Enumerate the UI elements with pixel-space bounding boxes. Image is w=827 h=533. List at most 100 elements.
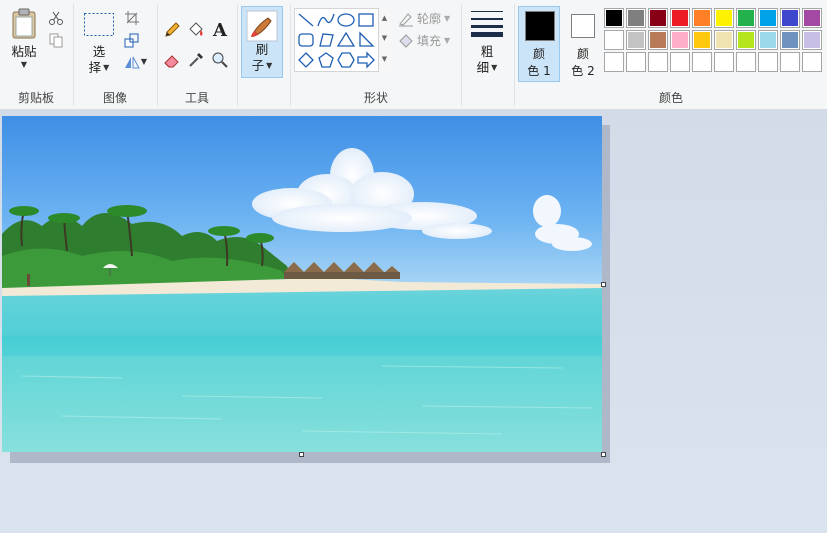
- fill-button[interactable]: [186, 20, 206, 40]
- outline-button[interactable]: 轮廓 ▼: [398, 10, 450, 27]
- crop-button[interactable]: [122, 8, 142, 28]
- palette-color-swatch[interactable]: [714, 8, 734, 28]
- fill-option-button[interactable]: 填充 ▼: [398, 32, 450, 49]
- pentagon-icon: [318, 52, 334, 68]
- fill-icon: [399, 33, 413, 48]
- resize-handle-bottom[interactable]: [299, 452, 304, 457]
- right-arrow-shape[interactable]: [356, 50, 376, 70]
- palette-color-swatch[interactable]: [736, 52, 756, 72]
- cut-button[interactable]: [46, 8, 66, 28]
- rotate-button[interactable]: ▼: [122, 52, 148, 72]
- polygon-shape[interactable]: [316, 30, 336, 50]
- polygon-icon: [319, 33, 334, 47]
- palette-color-swatch[interactable]: [648, 52, 668, 72]
- right-triangle-shape[interactable]: [356, 30, 376, 50]
- beach-photo: [2, 116, 602, 452]
- line-shape[interactable]: [296, 10, 316, 30]
- divider: [237, 4, 238, 106]
- color-1-button[interactable]: 颜 色 1: [518, 6, 560, 82]
- canvas-workspace[interactable]: [0, 111, 827, 533]
- resize-handle-right[interactable]: [601, 282, 606, 287]
- palette-color-swatch[interactable]: [626, 8, 646, 28]
- color-picker-button[interactable]: [186, 50, 206, 70]
- triangle-shape[interactable]: [336, 30, 356, 50]
- color-2-label-1: 颜: [576, 47, 589, 61]
- tools-group: A 工具: [158, 0, 236, 110]
- color-2-button[interactable]: 颜 色 2: [562, 6, 604, 82]
- expand-gallery-icon[interactable]: ▼: [379, 48, 390, 70]
- rounded-rectangle-shape[interactable]: [296, 30, 316, 50]
- palette-color-swatch[interactable]: [692, 8, 712, 28]
- palette-color-swatch[interactable]: [736, 30, 756, 50]
- clipboard-group: 粘贴 ▼ 剪贴板: [0, 0, 72, 110]
- palette-color-swatch[interactable]: [802, 30, 822, 50]
- shapes-gallery: [294, 8, 390, 72]
- brushes-label-2: 子: [251, 58, 265, 73]
- palette-color-swatch[interactable]: [692, 30, 712, 50]
- palette-color-swatch[interactable]: [648, 8, 668, 28]
- chevron-down-icon: ▼: [491, 63, 498, 72]
- triangle-icon: [337, 31, 355, 47]
- palette-color-swatch[interactable]: [692, 52, 712, 72]
- ribbon: 粘贴 ▼ 剪贴板 选 择 ▼ ▼ 图像 A 工具 刷 子 ▼ 形状 ▲ ▼ ▼ …: [0, 0, 827, 110]
- drawing-canvas[interactable]: [2, 116, 602, 452]
- palette-color-swatch[interactable]: [604, 30, 624, 50]
- palette-color-swatch[interactable]: [670, 30, 690, 50]
- resize-handle-corner[interactable]: [601, 452, 606, 457]
- color-2-label-2: 色 2: [571, 64, 595, 78]
- palette-color-swatch[interactable]: [604, 52, 624, 72]
- palette-color-swatch[interactable]: [780, 30, 800, 50]
- rotate-icon: [124, 56, 140, 69]
- palette-color-swatch[interactable]: [626, 30, 646, 50]
- shapes-group-label: 形状: [363, 91, 388, 105]
- color-1-label-2: 色 1: [527, 64, 551, 78]
- palette-color-swatch[interactable]: [648, 30, 668, 50]
- size-button[interactable]: 粗 细 ▼: [466, 8, 508, 76]
- palette-color-swatch[interactable]: [780, 52, 800, 72]
- palette-color-swatch[interactable]: [758, 8, 778, 28]
- palette-color-swatch[interactable]: [802, 8, 822, 28]
- hexagon-shape[interactable]: [336, 50, 356, 70]
- select-rect-icon: [84, 13, 114, 36]
- text-button[interactable]: A: [210, 20, 230, 41]
- fill-label: 填充: [417, 34, 442, 48]
- copy-icon: [49, 33, 63, 48]
- chevron-down-icon: ▼: [266, 61, 273, 70]
- oval-icon: [337, 13, 355, 27]
- palette-color-swatch[interactable]: [714, 52, 734, 72]
- palette-color-swatch[interactable]: [758, 30, 778, 50]
- scroll-up-icon[interactable]: ▲: [379, 8, 390, 28]
- oval-shape[interactable]: [336, 10, 356, 30]
- paste-label: 粘贴: [11, 44, 37, 59]
- scroll-down-icon[interactable]: ▼: [379, 28, 390, 48]
- palette-color-swatch[interactable]: [758, 52, 778, 72]
- palette-color-swatch[interactable]: [670, 8, 690, 28]
- resize-button[interactable]: [122, 30, 142, 50]
- brushes-label-1: 刷: [255, 42, 269, 57]
- eraser-button[interactable]: [162, 50, 182, 70]
- rectangle-shape[interactable]: [356, 10, 376, 30]
- palette-color-swatch[interactable]: [802, 52, 822, 72]
- pencil-icon: [165, 22, 180, 37]
- palette-color-swatch[interactable]: [670, 52, 690, 72]
- palette-color-swatch[interactable]: [736, 8, 756, 28]
- palette-color-swatch[interactable]: [604, 8, 624, 28]
- palette-color-swatch[interactable]: [780, 8, 800, 28]
- chevron-down-icon: ▼: [444, 13, 451, 23]
- shapes-scrollbar[interactable]: ▲ ▼ ▼: [378, 8, 390, 72]
- pentagon-shape[interactable]: [316, 50, 336, 70]
- clipboard-group-label: 剪贴板: [17, 91, 54, 105]
- paste-icon: [12, 8, 36, 39]
- hexagon-icon: [337, 52, 355, 68]
- curve-shape[interactable]: [316, 10, 336, 30]
- pencil-button[interactable]: [162, 20, 182, 40]
- paste-button[interactable]: 粘贴 ▼: [6, 8, 42, 70]
- palette-color-swatch[interactable]: [714, 30, 734, 50]
- palette-color-swatch[interactable]: [626, 52, 646, 72]
- image-group: 选 择 ▼ ▼ 图像: [74, 0, 156, 110]
- copy-button[interactable]: [46, 30, 66, 50]
- magnifier-button[interactable]: [210, 50, 230, 70]
- select-button[interactable]: 选 择 ▼: [82, 12, 116, 76]
- diamond-shape[interactable]: [296, 50, 316, 70]
- brushes-button[interactable]: 刷 子 ▼: [241, 6, 283, 78]
